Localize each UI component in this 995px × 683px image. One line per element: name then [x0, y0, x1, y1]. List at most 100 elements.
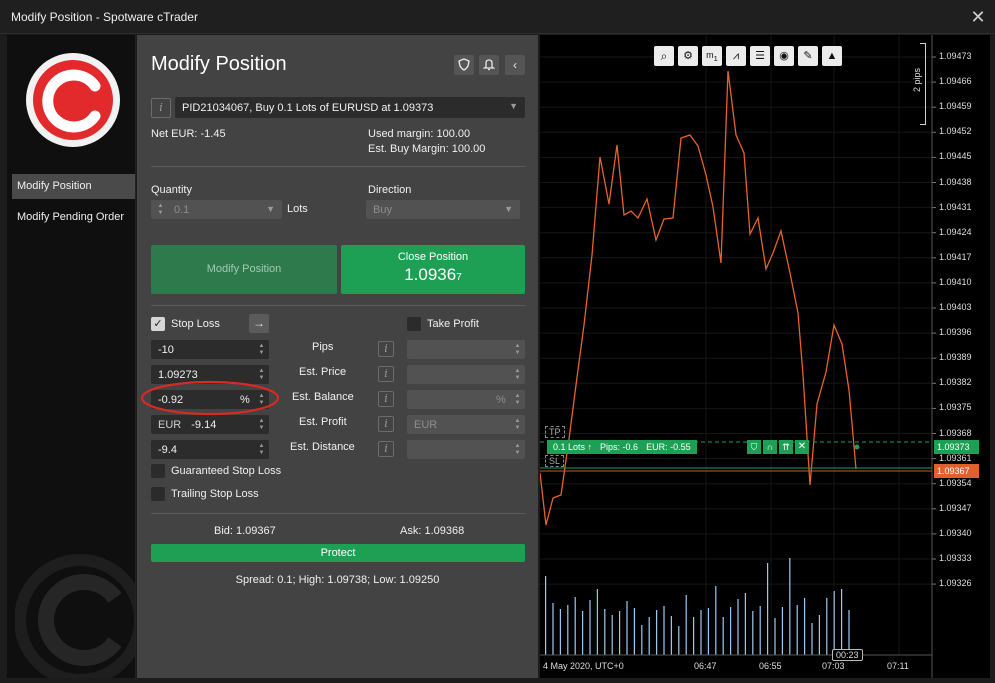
row-label-est-price: Est. Price: [299, 366, 347, 378]
price-chart[interactable]: ⌕ ⚙ m1 ⩘ ☰ ◉ ✎ ▲ 2 pips 1.09473 1.09466 1.…: [540, 35, 990, 678]
sl-distance-stepper[interactable]: ▲ ▼: [258, 443, 265, 457]
chevron-down-icon: ▼: [266, 204, 275, 214]
quantity-stepper[interactable]: ▲ ▼: [157, 203, 164, 217]
shield-icon[interactable]: ⛉: [747, 440, 761, 454]
quantity-input[interactable]: ▲ ▼ 0.1 ▼: [151, 200, 282, 219]
volume-bar: [796, 605, 798, 655]
drawing-icon[interactable]: ✎: [798, 46, 818, 66]
y-tick-label: 1.09452: [939, 126, 972, 137]
sl-pips-input[interactable]: -10 ▲ ▼: [151, 340, 269, 359]
volume-bar: [685, 595, 687, 655]
tp-profit-input[interactable]: EUR ▲ ▼: [407, 415, 525, 434]
volume-bar: [648, 617, 650, 655]
trailing-stop-loss-label: Trailing Stop Loss: [171, 488, 259, 500]
y-tick-label: 1.09445: [939, 151, 972, 162]
sl-profit-value: -9.14: [191, 419, 217, 431]
sl-pips-stepper[interactable]: ▲ ▼: [258, 343, 265, 357]
spread-info: Spread: 0.1; High: 1.09738; Low: 1.09250: [235, 574, 440, 586]
tp-distance-stepper[interactable]: ▲ ▼: [514, 443, 521, 457]
position-bar[interactable]: 0.1 Lots ↑ Pips: -0.6 EUR: -0.55: [547, 440, 697, 454]
position-pips: Pips: -0.6: [600, 442, 639, 452]
sidebar-item-modify-pending-order[interactable]: Modify Pending Order: [12, 206, 135, 229]
volume-bar: [619, 611, 621, 655]
position-eur: EUR: -0.55: [646, 442, 691, 452]
tp-price-input[interactable]: ▲ ▼: [407, 365, 525, 384]
volume-bar: [656, 610, 658, 655]
volume-bar: [744, 593, 746, 655]
info-icon[interactable]: i: [378, 441, 394, 457]
chart-type-icon[interactable]: ⩘: [726, 46, 746, 66]
y-tick-label: 1.09466: [939, 76, 972, 87]
close-icon[interactable]: ✕: [967, 6, 989, 28]
row-label-pips: Pips: [312, 341, 334, 353]
volume-bar: [833, 591, 835, 655]
tp-profit-stepper[interactable]: ▲ ▼: [514, 418, 521, 432]
price-line: [540, 70, 857, 526]
guaranteed-stop-loss-checkbox[interactable]: [151, 464, 165, 478]
take-profit-label: Take Profit: [427, 318, 479, 330]
direction-select[interactable]: Buy ▼: [366, 200, 520, 219]
double-up-icon[interactable]: ⇈: [779, 440, 793, 454]
x-tick: 06:55: [759, 661, 782, 671]
percent-symbol: %: [496, 394, 506, 406]
take-profit-checkbox[interactable]: [407, 317, 421, 331]
net-eur: Net EUR: -1.45: [151, 128, 226, 140]
tp-balance-stepper[interactable]: ▲ ▼: [514, 393, 521, 407]
position-select-value: PID21034067, Buy 0.1 Lots of EURUSD at 1…: [182, 102, 434, 114]
timeframe-label: m: [706, 50, 714, 60]
chart-settings-icon[interactable]: ⚙: [678, 46, 698, 66]
close-position-price: 1.09367: [341, 265, 525, 285]
x-tick: 06:47: [694, 661, 717, 671]
timeframe-m1-icon[interactable]: m1: [702, 46, 722, 66]
tp-distance-input[interactable]: ▲ ▼: [407, 440, 525, 459]
position-lots: 0.1 Lots ↑: [553, 442, 593, 452]
tp-profit-currency: EUR: [414, 419, 438, 431]
sl-profit-stepper[interactable]: ▲ ▼: [258, 418, 265, 432]
arrow-right-icon[interactable]: →: [249, 314, 269, 333]
sidebar-item-modify-position[interactable]: Modify Position: [12, 174, 135, 199]
tp-drag-tag[interactable]: TP: [545, 426, 565, 438]
info-icon[interactable]: i: [378, 391, 394, 407]
tp-balance-input[interactable]: % ▲ ▼: [407, 390, 525, 409]
collapse-panel-icon[interactable]: ‹: [505, 55, 525, 75]
stop-loss-checkbox[interactable]: ✓: [151, 317, 165, 331]
volume-bar: [774, 618, 776, 655]
reverse-position-icon[interactable]: ∩: [763, 440, 777, 454]
volume-bar: [559, 609, 561, 655]
close-position-button[interactable]: Close Position 1.09367: [341, 245, 525, 294]
zoom-icon[interactable]: ⌕: [654, 46, 674, 66]
info-icon[interactable]: i: [378, 341, 394, 357]
tp-price-stepper[interactable]: ▲ ▼: [514, 368, 521, 382]
info-icon[interactable]: i: [151, 98, 171, 118]
chart-canvas[interactable]: [540, 35, 990, 678]
shield-icon[interactable]: [454, 55, 474, 75]
sl-distance-input[interactable]: -9.4 ▲ ▼: [151, 440, 269, 459]
object-list-icon[interactable]: ☰: [750, 46, 770, 66]
position-select[interactable]: PID21034067, Buy 0.1 Lots of EURUSD at 1…: [175, 97, 525, 118]
tp-pips-input[interactable]: ▲ ▼: [407, 340, 525, 359]
cbot-icon[interactable]: ◉: [774, 46, 794, 66]
entry-price-label: 1.09373: [934, 440, 979, 454]
y-tick-label: 1.09333: [939, 553, 972, 563]
modify-position-button[interactable]: Modify Position: [151, 245, 337, 294]
info-icon[interactable]: i: [378, 416, 394, 432]
info-icon[interactable]: i: [378, 366, 394, 382]
form-title: Modify Position: [151, 53, 287, 75]
trailing-stop-loss-checkbox[interactable]: [151, 487, 165, 501]
bell-icon[interactable]: [479, 55, 499, 75]
modify-form: Modify Position ‹ i PID21034067, Buy 0.1…: [137, 35, 538, 678]
protect-button[interactable]: Protect: [151, 544, 525, 562]
row-label-est-distance: Est. Distance: [290, 441, 355, 453]
indicator-icon[interactable]: ▲: [822, 46, 842, 66]
close-position-icon[interactable]: ✕: [795, 440, 809, 454]
sl-drag-tag[interactable]: SL: [545, 455, 565, 467]
close-position-label: Close Position: [397, 251, 469, 263]
tp-pips-stepper[interactable]: ▲ ▼: [514, 343, 521, 357]
x-axis-date: 4 May 2020, UTC+0: [543, 661, 624, 671]
volume-bar: [552, 603, 554, 655]
y-tick-label: 1.09354: [939, 477, 972, 488]
volume-bar: [730, 607, 732, 655]
y-tick-label: 1.09326: [939, 578, 972, 589]
candle-countdown: 00:23: [832, 649, 863, 661]
volume-bar: [545, 576, 547, 655]
